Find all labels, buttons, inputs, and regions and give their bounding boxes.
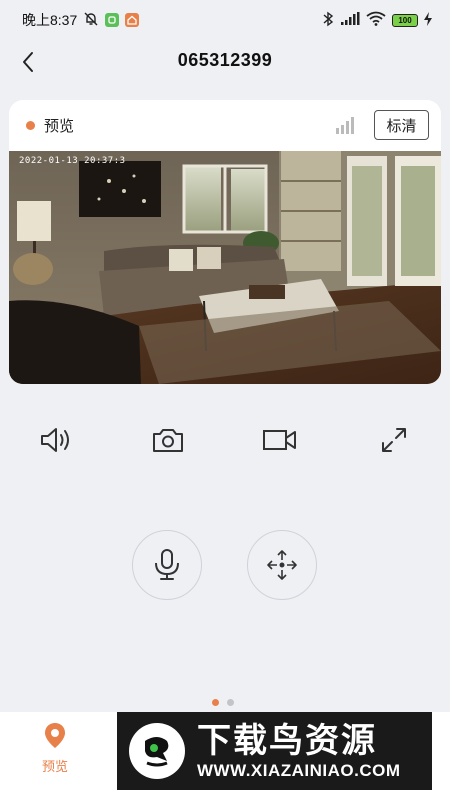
speaker-icon: [41, 428, 69, 452]
page-dot-active[interactable]: [212, 699, 219, 706]
wifi-icon: [366, 11, 386, 29]
watermark-title: 下载鸟资源: [197, 722, 377, 760]
status-right: 100: [322, 11, 432, 30]
header: 065312399: [0, 40, 450, 84]
fullscreen-button[interactable]: [374, 420, 414, 460]
status-bar: 晚上8:37 100: [0, 0, 450, 40]
app-notification-icon: [105, 13, 120, 27]
preview-label: 预览: [44, 118, 75, 135]
nav-label-preview: 预览: [41, 759, 68, 774]
page-title: 065312399: [177, 50, 273, 70]
video-timestamp: 2022-01-13 20:37:3: [19, 156, 126, 166]
camera-card: 预览 标清 2022-01-13 20:37:3: [9, 100, 441, 384]
cell-signal-icon: [340, 11, 360, 29]
home-app-icon: [125, 13, 140, 27]
watermark-text: 下载鸟资源 WWW.XIAZAINIAO.COM: [197, 721, 401, 781]
status-left: 晚上8:37: [22, 10, 140, 30]
watermark-banner: 下载鸟资源 WWW.XIAZAINIAO.COM: [117, 712, 432, 790]
bell-muted-icon: [83, 11, 99, 30]
fullscreen-icon: [382, 428, 406, 452]
video-quality-button[interactable]: 标清: [374, 110, 429, 140]
media-controls: [0, 420, 450, 460]
camera-card-header: 预览 标清: [9, 100, 441, 151]
move-arrows-icon: [267, 550, 297, 580]
bluetooth-icon: [322, 11, 334, 30]
bird-logo-icon: [129, 723, 185, 779]
video-record-icon: [263, 430, 296, 450]
page-indicator: [212, 699, 234, 706]
page-dot[interactable]: [227, 699, 234, 706]
live-status-dot: [26, 121, 35, 130]
record-button[interactable]: [260, 420, 300, 460]
speaker-button[interactable]: [36, 420, 76, 460]
location-pin-icon: [45, 723, 65, 748]
status-time: 晚上8:37: [22, 12, 78, 28]
screenshot-button[interactable]: [148, 420, 188, 460]
microphone-icon: [155, 549, 179, 580]
nav-item-preview[interactable]: 预览: [22, 722, 88, 775]
ptz-control-button[interactable]: [247, 530, 317, 600]
charging-icon: [424, 11, 432, 29]
battery-indicator: 100: [392, 13, 418, 27]
video-feed[interactable]: 2022-01-13 20:37:3: [9, 151, 441, 384]
talk-button[interactable]: [132, 530, 202, 600]
camera-icon: [153, 429, 183, 452]
watermark-url: WWW.XIAZAINIAO.COM: [197, 761, 401, 780]
living-room-video-image: [9, 151, 441, 384]
signal-strength-icon: [335, 116, 355, 139]
